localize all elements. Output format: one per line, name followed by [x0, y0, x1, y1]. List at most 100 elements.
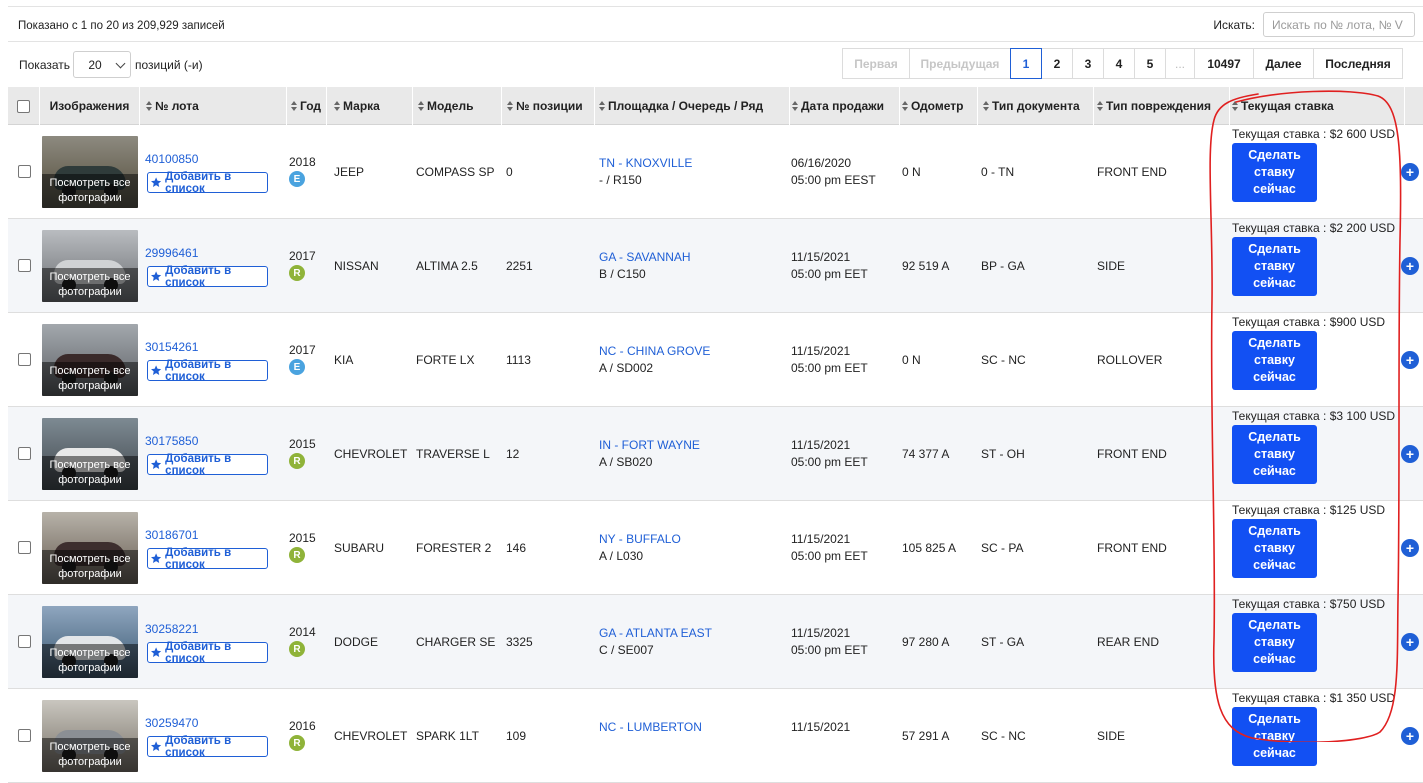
add-to-list-label: Добавить в список	[165, 264, 232, 289]
page-button[interactable]: Далее	[1253, 48, 1314, 79]
col-make[interactable]: Марка	[327, 87, 413, 125]
location-link[interactable]: NY - BUFFALO	[599, 531, 681, 548]
expand-row-plus-icon[interactable]: +	[1401, 633, 1419, 651]
year: 2017	[289, 249, 316, 263]
expand-row-plus-icon[interactable]: +	[1401, 257, 1419, 275]
location-link[interactable]: NC - CHINA GROVE	[599, 343, 710, 360]
vehicle-thumbnail[interactable]: Посмотреть все фотографии	[42, 230, 138, 302]
page-button[interactable]: Предыдущая	[909, 48, 1011, 79]
bid-now-label: ставку	[1254, 635, 1295, 649]
page-button[interactable]: 2	[1041, 48, 1073, 79]
add-to-watchlist-button[interactable]: Добавить в список	[147, 264, 268, 289]
bid-now-label: сейчас	[1253, 370, 1296, 384]
vehicle-thumbnail[interactable]: Посмотреть все фотографии	[42, 418, 138, 490]
table-row: Посмотреть все фотографии 30175850 Добав…	[8, 407, 1423, 501]
location-link[interactable]: GA - ATLANTA EAST	[599, 625, 712, 642]
select-all-checkbox[interactable]	[17, 99, 30, 113]
page-button[interactable]: 1	[1010, 48, 1042, 79]
expand-row-plus-icon[interactable]: +	[1401, 445, 1419, 463]
bid-now-label: сейчас	[1253, 746, 1296, 760]
lot-number-link[interactable]: 30154261	[145, 339, 198, 356]
location-link[interactable]: GA - SAVANNAH	[599, 249, 691, 266]
col-sale-date[interactable]: Дата продажи	[790, 87, 900, 125]
title-badge-icon: E	[289, 359, 305, 375]
page-button[interactable]: Последняя	[1313, 48, 1403, 79]
bid-now-button[interactable]: Сделать ставку сейчас	[1232, 331, 1317, 390]
expand-row-plus-icon[interactable]: +	[1401, 351, 1419, 369]
col-doc-type[interactable]: Тип документа	[978, 87, 1094, 125]
vehicle-thumbnail[interactable]: Посмотреть все фотографии	[42, 512, 138, 584]
add-to-watchlist-button[interactable]: Добавить в список	[147, 171, 268, 195]
col-current-bid[interactable]: Текущая ставка	[1230, 87, 1405, 125]
bid-now-button[interactable]: Сделать ставку сейчас	[1232, 613, 1317, 672]
lot-number-link[interactable]: 40100850	[145, 151, 198, 168]
make: CHEVROLET	[334, 447, 408, 461]
col-location[interactable]: Площадка / Очередь / Ряд	[595, 87, 790, 125]
col-odometer[interactable]: Одометр	[900, 87, 978, 125]
location-link[interactable]: NC - LUMBERTON	[599, 719, 702, 736]
vehicle-thumbnail[interactable]: Посмотреть все фотографии	[42, 606, 138, 678]
view-photos-overlay[interactable]: Посмотреть все фотографии	[42, 456, 138, 490]
add-to-watchlist-button[interactable]: Добавить в список	[147, 547, 268, 571]
vehicle-thumbnail[interactable]: Посмотреть все фотографии	[42, 136, 138, 208]
expand-row-plus-icon[interactable]: +	[1401, 727, 1419, 745]
location-link[interactable]: IN - FORT WAYNE	[599, 437, 700, 454]
model: COMPASS SP	[416, 165, 495, 179]
row-checkbox[interactable]	[18, 729, 31, 742]
bid-now-button[interactable]: Сделать ставку сейчас	[1232, 425, 1317, 484]
add-to-watchlist-button[interactable]: Добавить в список	[147, 641, 268, 665]
location-link[interactable]: TN - KNOXVILLE	[599, 155, 692, 172]
add-to-watchlist-button[interactable]: Добавить в список	[147, 359, 268, 383]
vehicle-thumbnail[interactable]: Посмотреть все фотографии	[42, 700, 138, 772]
row-checkbox[interactable]	[18, 165, 31, 178]
lot-number-link[interactable]: 30186701	[145, 527, 198, 544]
page-button[interactable]: 10497	[1194, 48, 1254, 79]
per-page-select[interactable]: 20	[73, 51, 132, 78]
page-button[interactable]: 4	[1103, 48, 1135, 79]
lane-row: - / R150	[599, 173, 642, 187]
view-photos-overlay[interactable]: Посмотреть все фотографии	[42, 174, 138, 208]
add-to-watchlist-button[interactable]: Добавить в список	[147, 735, 268, 759]
table-row: Посмотреть все фотографии 40100850 Добав…	[8, 125, 1423, 219]
bid-now-button[interactable]: Сделать ставку сейчас	[1232, 237, 1317, 296]
row-checkbox[interactable]	[18, 447, 31, 460]
view-photos-overlay[interactable]: Посмотреть все фотографии	[42, 644, 138, 678]
page-button[interactable]: 3	[1072, 48, 1104, 79]
lot-number-link[interactable]: 30259470	[145, 715, 198, 732]
bid-now-button[interactable]: Сделать ставку сейчас	[1232, 707, 1317, 766]
sale-time: 05:00 pm EET	[791, 361, 868, 375]
model: FORESTER 2	[416, 541, 492, 555]
col-damage[interactable]: Тип повреждения	[1094, 87, 1230, 125]
lot-number-link[interactable]: 30175850	[145, 433, 198, 450]
search-input[interactable]	[1263, 12, 1415, 37]
lane-row: A / SD002	[599, 361, 654, 375]
bid-now-button[interactable]: Сделать ставку сейчас	[1232, 143, 1317, 202]
expand-row-plus-icon[interactable]: +	[1401, 163, 1419, 181]
lot-number-link[interactable]: 29996461	[145, 245, 198, 262]
view-photos-overlay[interactable]: Посмотреть все фотографии	[42, 268, 138, 302]
col-item[interactable]: № позиции	[502, 87, 595, 125]
view-photos-text: Посмотреть все	[49, 459, 131, 471]
view-photos-overlay[interactable]: Посмотреть все фотографии	[42, 738, 138, 772]
sort-icon	[902, 101, 908, 111]
page-button[interactable]: Первая	[842, 48, 910, 79]
col-lot[interactable]: № лота	[140, 87, 287, 125]
bid-now-button[interactable]: Сделать ставку сейчас	[1232, 519, 1317, 578]
page-button[interactable]: 5	[1134, 48, 1166, 79]
item-number: 146	[506, 541, 527, 555]
add-to-watchlist-button[interactable]: Добавить в список	[147, 453, 268, 477]
vehicle-thumbnail[interactable]: Посмотреть все фотографии	[42, 324, 138, 396]
expand-row-plus-icon[interactable]: +	[1401, 539, 1419, 557]
row-checkbox[interactable]	[18, 259, 31, 272]
col-year[interactable]: Год	[287, 87, 327, 125]
pagination: Первая Предыдущая 1 2 3 4 5... 10497 Далее Послед…	[842, 48, 1403, 79]
lot-number-link[interactable]: 30258221	[145, 621, 198, 638]
view-photos-overlay[interactable]: Посмотреть все фотографии	[42, 362, 138, 396]
view-photos-overlay[interactable]: Посмотреть все фотографии	[42, 550, 138, 584]
item-number: 109	[506, 729, 527, 743]
row-checkbox[interactable]	[18, 353, 31, 366]
row-checkbox[interactable]	[18, 635, 31, 648]
col-model[interactable]: Модель	[413, 87, 502, 125]
col-damage-label: Тип повреждения	[1106, 99, 1212, 113]
row-checkbox[interactable]	[18, 541, 31, 554]
